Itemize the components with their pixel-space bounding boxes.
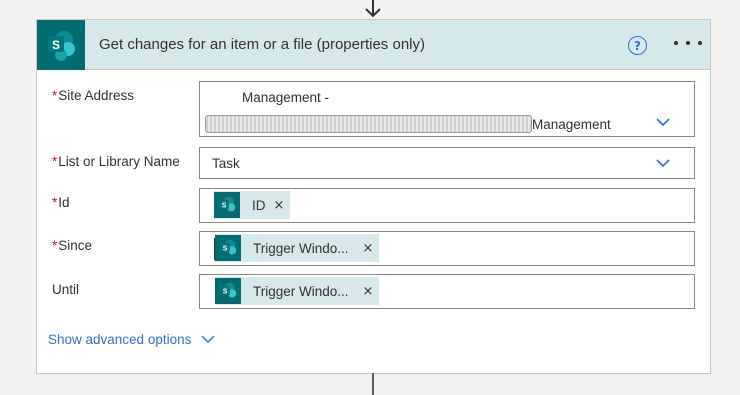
list-name-dropdown[interactable]: Task — [199, 147, 695, 179]
site-address-dropdown[interactable]: Management - Management — [199, 81, 695, 137]
site-address-label: *Site Address — [52, 88, 135, 103]
redacted-text — [205, 115, 532, 133]
svg-text:S: S — [222, 202, 227, 209]
sharepoint-icon: S — [214, 192, 240, 218]
chevron-down-icon[interactable] — [656, 159, 670, 168]
close-icon[interactable]: × — [363, 284, 374, 299]
until-input[interactable]: S Trigger Windo... × — [199, 274, 695, 309]
close-icon[interactable]: × — [274, 198, 285, 213]
list-name-value: Task — [212, 156, 240, 171]
help-icon[interactable]: ? — [628, 36, 647, 55]
id-input[interactable]: S ID × — [199, 188, 695, 223]
since-token-label: Trigger Windo... — [253, 240, 349, 256]
more-options-icon[interactable] — [674, 34, 702, 52]
card-header[interactable]: S Get changes for an item or a file (pro… — [37, 20, 710, 70]
site-address-line2: Management — [532, 117, 611, 132]
until-token[interactable]: S Trigger Windo... × — [215, 277, 380, 305]
required-marker: * — [52, 88, 58, 103]
advanced-options-label: Show advanced options — [48, 332, 192, 347]
until-token-label: Trigger Windo... — [253, 283, 349, 299]
id-label: *Id — [52, 195, 70, 210]
id-token-label: ID — [252, 197, 266, 213]
until-label: Until — [52, 282, 80, 297]
flow-canvas: S Get changes for an item or a file (pro… — [0, 0, 740, 395]
since-label: *Since — [52, 238, 93, 253]
list-name-label: *List or Library Name — [52, 154, 180, 169]
svg-text:S: S — [52, 38, 60, 52]
svg-text:S: S — [223, 288, 228, 295]
chevron-down-icon — [201, 335, 215, 343]
sharepoint-icon: S — [37, 20, 85, 70]
connector-line — [372, 373, 374, 395]
sharepoint-icon: S — [215, 235, 241, 261]
since-input[interactable]: S Trigger Windo... × — [199, 231, 695, 266]
id-token[interactable]: S ID × — [214, 191, 291, 219]
since-token[interactable]: S Trigger Windo... × — [215, 234, 380, 262]
arrow-down-icon — [365, 0, 381, 18]
svg-text:S: S — [223, 245, 228, 252]
chevron-down-icon[interactable] — [656, 118, 670, 127]
site-address-line1: Management - — [242, 90, 330, 105]
close-icon[interactable]: × — [363, 241, 374, 256]
action-card: S Get changes for an item or a file (pro… — [36, 19, 711, 374]
sharepoint-icon: S — [215, 278, 241, 304]
card-title: Get changes for an item or a file (prope… — [99, 36, 425, 53]
show-advanced-options-link[interactable]: Show advanced options — [48, 332, 215, 347]
